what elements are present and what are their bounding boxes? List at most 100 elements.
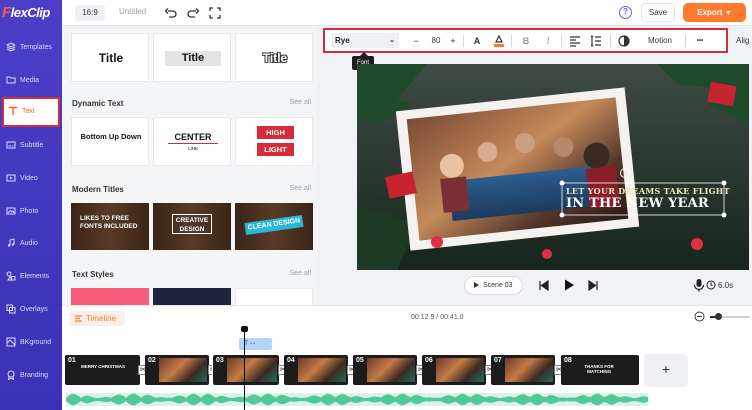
- sidebar-item-text[interactable]: Text: [2, 97, 60, 127]
- clip-text: THANKS FOR WATCHING: [584, 364, 614, 374]
- title-card-outline[interactable]: Title: [235, 33, 313, 82]
- opacity-icon[interactable]: [618, 34, 630, 48]
- timeline-icon: [75, 315, 82, 322]
- title-card-text: Title: [262, 51, 288, 65]
- sidebar: FlexClip Templates Media Text Subtitle V…: [0, 0, 62, 410]
- clip-number: 05: [356, 357, 364, 364]
- clip-01[interactable]: 01 MERRY CHRISTMAS: [65, 355, 140, 385]
- play-icon[interactable]: [562, 278, 576, 292]
- sidebar-item-subtitle[interactable]: Subtitle: [0, 131, 62, 161]
- italic-button[interactable]: I: [543, 34, 553, 48]
- modern-see-all-link[interactable]: See all: [290, 185, 311, 192]
- sidebar-item-photo[interactable]: Photo: [0, 197, 62, 227]
- fullscreen-icon[interactable]: [208, 6, 222, 20]
- title-card-boxed[interactable]: Title: [153, 33, 231, 82]
- modern-card-text: CREATIVE: [175, 217, 209, 224]
- clip-thumbnail: [436, 358, 484, 382]
- align-menu-button[interactable]: Alig: [736, 36, 749, 45]
- dynamic-card-center[interactable]: CENTER LINE: [153, 117, 231, 166]
- modern-card-text: DESIGN: [179, 226, 205, 233]
- align-left-icon[interactable]: [569, 34, 581, 48]
- line-spacing-icon[interactable]: [590, 34, 602, 48]
- clip-06[interactable]: 06: [422, 355, 486, 385]
- font-size-decrease-button[interactable]: −: [411, 34, 421, 48]
- divider: [168, 143, 218, 144]
- sidebar-item-media[interactable]: Media: [0, 66, 62, 96]
- sidebar-item-elements[interactable]: Elements: [0, 262, 62, 292]
- modern-card-creative[interactable]: CREATIVE DESIGN: [153, 203, 231, 250]
- skip-previous-icon[interactable]: [538, 280, 549, 291]
- sidebar-item-templates[interactable]: Templates: [0, 33, 62, 63]
- microphone-icon[interactable]: [693, 278, 705, 292]
- title-card-text: Title: [165, 51, 221, 66]
- clip-07[interactable]: 07: [491, 355, 555, 385]
- text-icon: [9, 106, 17, 115]
- project-title[interactable]: Untitled: [119, 7, 146, 16]
- highlight-color-icon[interactable]: [493, 34, 505, 48]
- zoom-slider-handle[interactable]: [715, 313, 722, 320]
- dynamic-card-highlight[interactable]: HIGH LIGHT: [235, 117, 313, 166]
- clip-02[interactable]: 02: [145, 355, 209, 385]
- add-clip-button[interactable]: +: [644, 354, 688, 387]
- modern-card-text: CLEAN DESIGN: [244, 215, 304, 235]
- styles-see-all-link[interactable]: See all: [290, 270, 311, 277]
- modern-card-free-fonts[interactable]: LIKES TO FREE FONTS INCLUDED: [71, 203, 149, 250]
- video-preview[interactable]: LET YOUR DREAMS TAKE FLIGHT IN THE NEW Y…: [357, 64, 749, 270]
- sidebar-item-bkground[interactable]: BKground: [0, 328, 62, 358]
- dynamic-card-text: Bottom Up Down: [80, 132, 142, 141]
- style-card-white[interactable]: [235, 288, 313, 305]
- sidebar-item-audio[interactable]: Audio: [0, 229, 62, 259]
- modern-card-clean[interactable]: CLEAN DESIGN: [235, 203, 313, 250]
- dynamic-card-subtext: LINE: [187, 146, 198, 151]
- folder-icon: [6, 76, 16, 84]
- clip-number: 03: [216, 357, 224, 364]
- overlays-icon: [6, 304, 16, 314]
- sidebar-item-branding[interactable]: Branding: [0, 361, 62, 391]
- font-size-increase-button[interactable]: +: [448, 34, 458, 48]
- motion-button[interactable]: Motion: [643, 34, 677, 48]
- clip-thumbnail: [505, 358, 553, 382]
- clip-05[interactable]: 05: [353, 355, 417, 385]
- export-button[interactable]: Export ▼: [683, 3, 746, 22]
- preview-text-line1[interactable]: LET YOUR DREAMS TAKE FLIGHT: [566, 186, 730, 196]
- export-label: Export: [697, 8, 723, 17]
- scene-play-button[interactable]: Scene 03: [464, 276, 523, 295]
- zoom-out-icon[interactable]: [694, 311, 705, 322]
- bold-button[interactable]: B: [521, 34, 531, 48]
- sidebar-item-overlays[interactable]: Overlays: [0, 295, 62, 325]
- divider: [463, 35, 464, 47]
- save-button[interactable]: Save: [641, 3, 675, 22]
- style-card-dark[interactable]: [153, 288, 231, 305]
- dynamic-card-text: HIGH: [257, 126, 294, 139]
- clip-04[interactable]: 04: [284, 355, 348, 385]
- text-color-button[interactable]: A: [471, 34, 483, 48]
- clip-08[interactable]: 08 THANKS FOR WATCHING: [561, 355, 639, 385]
- redo-icon[interactable]: [186, 6, 200, 20]
- rotate-handle-icon[interactable]: [620, 168, 630, 178]
- dynamic-see-all-link[interactable]: See all: [290, 99, 311, 106]
- clip-03[interactable]: 03: [212, 354, 280, 386]
- style-card-pink[interactable]: [71, 288, 149, 305]
- dynamic-card-bounce[interactable]: Bottom Up Down: [71, 117, 149, 166]
- divider: [561, 35, 562, 47]
- title-card-plain[interactable]: Title: [71, 33, 149, 82]
- skip-next-icon[interactable]: [588, 280, 599, 291]
- audio-waveform[interactable]: [66, 393, 648, 406]
- scene-duration[interactable]: 6.0s: [718, 281, 733, 290]
- timeline-panel: Timeline 00:12.9 / 00:41.0 T • • 01 MERR…: [62, 305, 752, 410]
- chevron-down-icon: ⌄: [389, 37, 395, 44]
- sidebar-item-video[interactable]: Video: [0, 164, 62, 194]
- font-size-input[interactable]: 80: [425, 34, 447, 48]
- playhead-handle[interactable]: [241, 326, 248, 332]
- playhead[interactable]: [244, 328, 245, 410]
- undo-icon[interactable]: [164, 6, 178, 20]
- preview-scene-image: [357, 64, 749, 270]
- preview-text-line2[interactable]: IN THE NEW YEAR: [566, 196, 722, 211]
- divider: [610, 35, 611, 47]
- more-options-button[interactable]: •••: [693, 34, 707, 48]
- font-family-select[interactable]: Rye ⌄: [331, 33, 399, 48]
- clip-text: MERRY CHRISTMAS: [81, 364, 126, 369]
- timeline-toggle-button[interactable]: Timeline: [69, 311, 125, 326]
- aspect-ratio-button[interactable]: 16:9: [75, 5, 105, 21]
- help-icon[interactable]: ?: [619, 6, 632, 19]
